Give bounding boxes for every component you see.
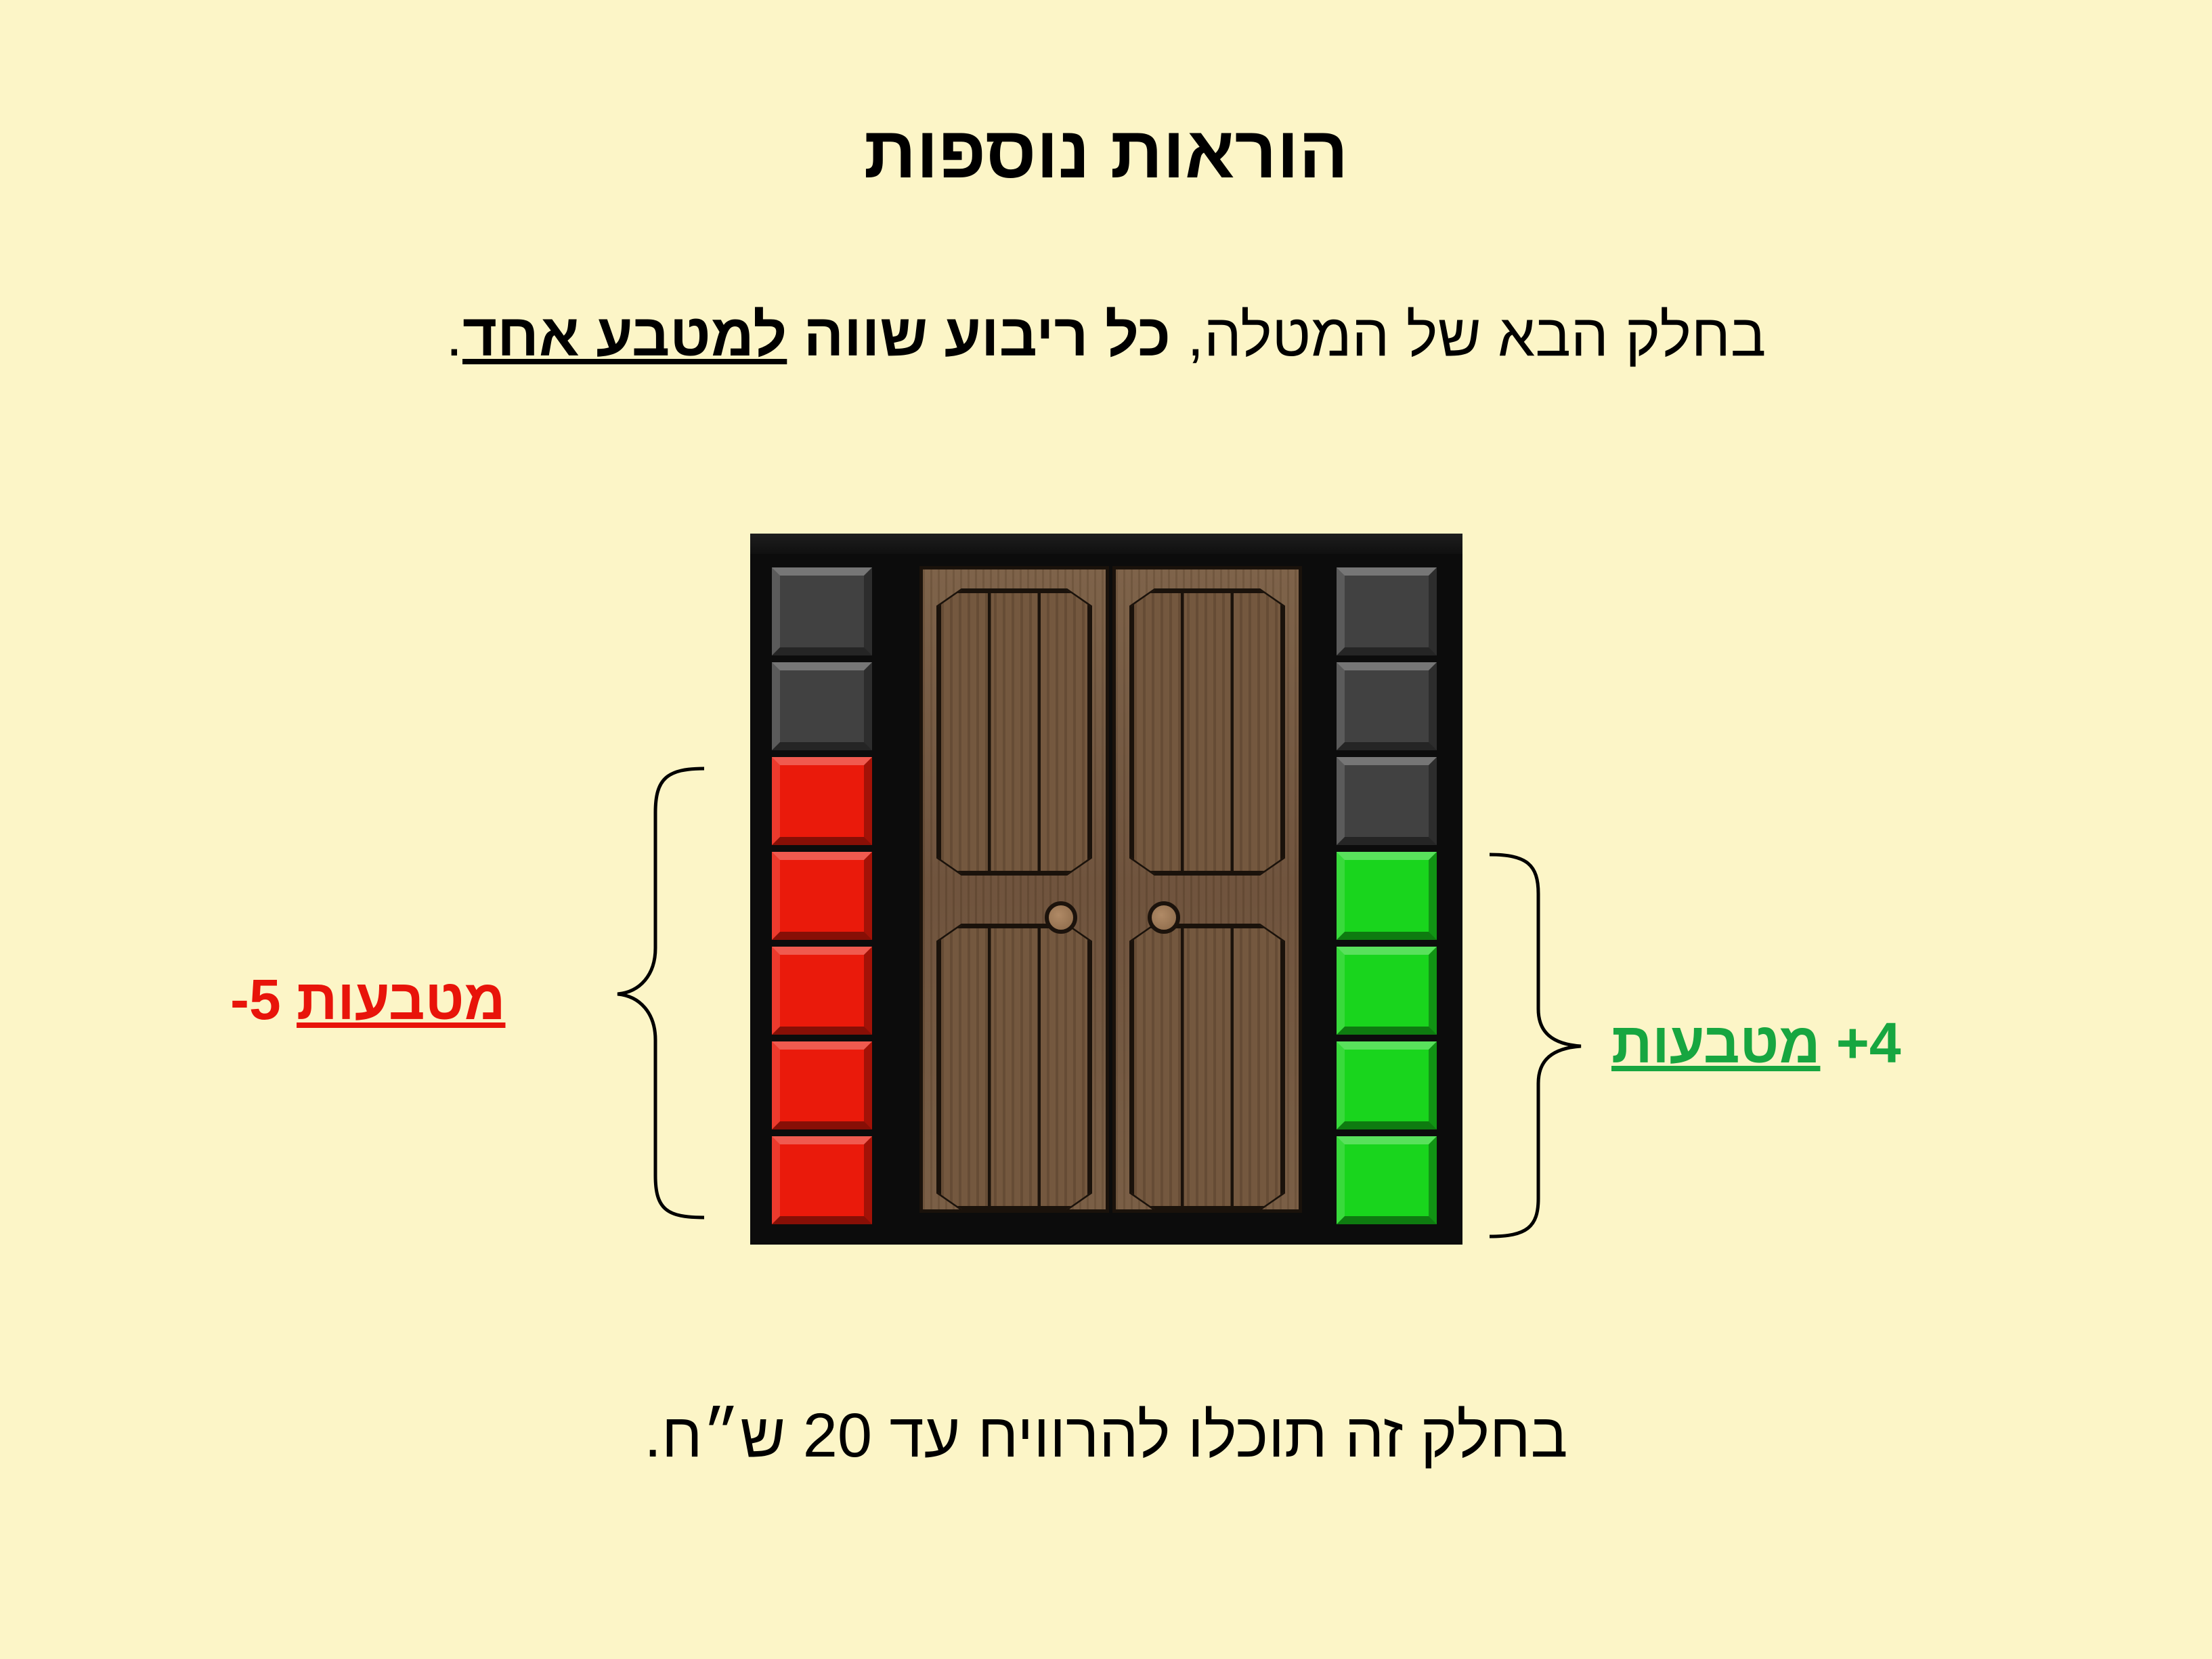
gain-unit: מטבעות: [1611, 1011, 1821, 1075]
footer-text: בחלק זה תוכלו להרוויח עד 20 ש״ח.: [644, 1401, 1568, 1470]
right-brace-icon: [1489, 853, 1582, 1238]
loss-unit: מטבעות: [297, 968, 506, 1031]
gain-amount: +4: [1836, 1011, 1901, 1075]
gain-label: +4 מטבעות: [1611, 1010, 1901, 1076]
left-brace-icon: [617, 767, 705, 1220]
loss-label: מטבעות -5: [230, 967, 505, 1033]
loss-amount: -5: [230, 968, 281, 1031]
